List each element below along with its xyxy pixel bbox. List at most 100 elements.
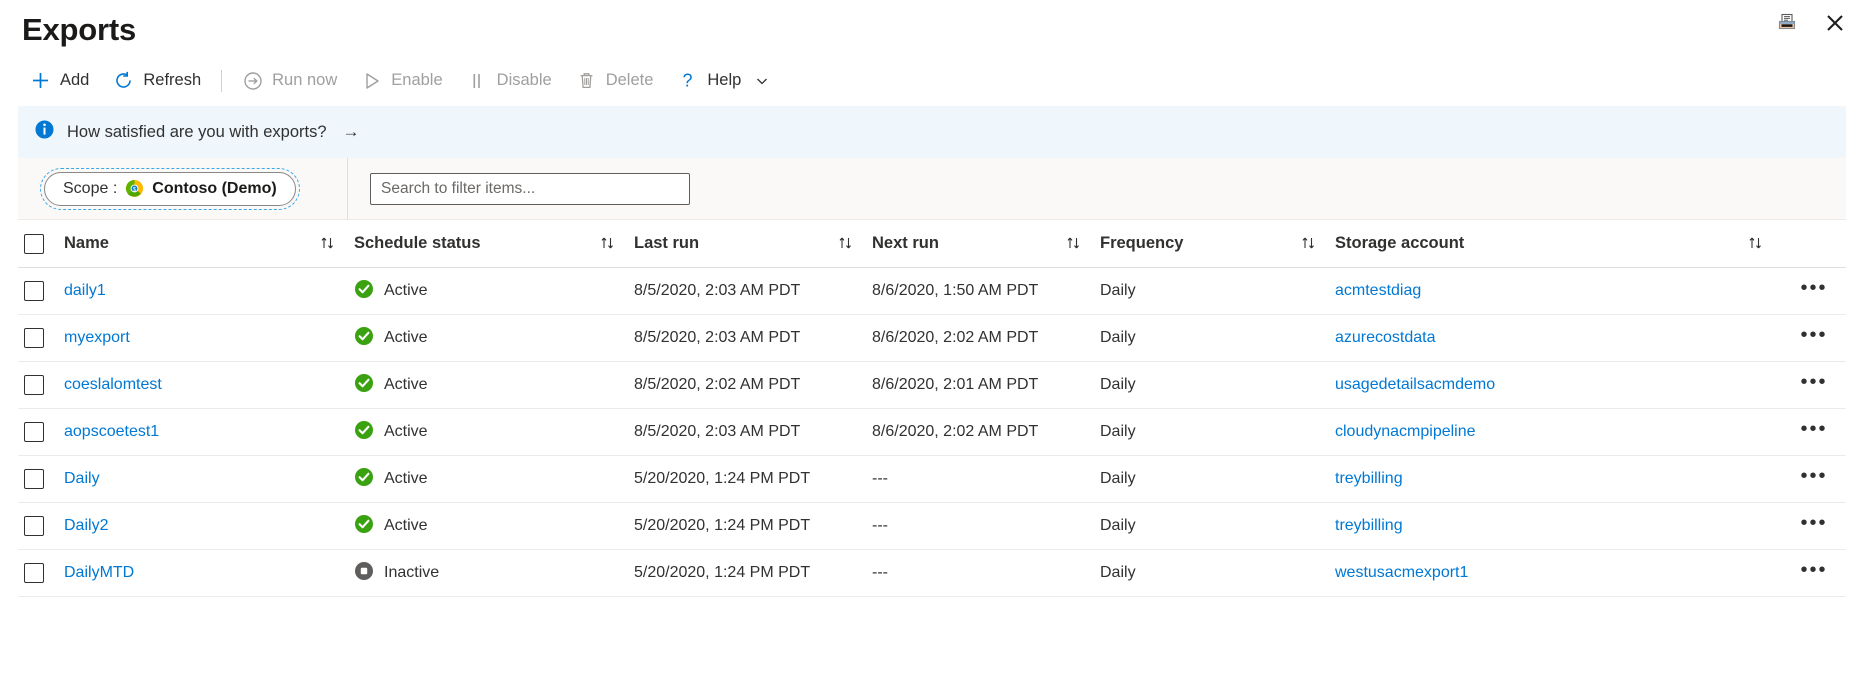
next-run-value: 8/6/2020, 2:02 AM PDT — [872, 329, 1038, 347]
export-name-link[interactable]: DailyMTD — [64, 564, 134, 582]
storage-account-link[interactable]: azurecostdata — [1335, 329, 1436, 347]
more-actions-icon[interactable]: ••• — [1800, 466, 1827, 492]
close-icon[interactable] — [1820, 8, 1850, 38]
table-row[interactable]: aopscoetest1Active8/5/2020, 2:03 AM PDT8… — [18, 409, 1846, 456]
sort-arrows-icon[interactable] — [319, 235, 336, 252]
row-checkbox[interactable] — [24, 281, 44, 301]
exports-grid: Name Schedule status Last run Next run — [18, 220, 1846, 597]
next-run-value: --- — [872, 470, 888, 488]
more-actions-icon[interactable]: ••• — [1800, 513, 1827, 539]
column-header-schedule-status[interactable]: Schedule status — [354, 234, 634, 253]
more-actions-icon[interactable]: ••• — [1800, 372, 1827, 398]
help-button[interactable]: ? Help — [665, 64, 781, 98]
storage-account-link[interactable]: cloudynacmpipeline — [1335, 423, 1476, 441]
more-actions-icon[interactable]: ••• — [1800, 325, 1827, 351]
sort-arrows-icon[interactable] — [1747, 235, 1764, 252]
chevron-down-icon — [755, 74, 769, 88]
sort-arrows-icon[interactable] — [1065, 235, 1082, 252]
storage-account-link[interactable]: treybilling — [1335, 517, 1403, 535]
cell-actions: ••• — [1782, 372, 1846, 398]
export-name-link[interactable]: aopscoetest1 — [64, 423, 159, 441]
title-bar-actions — [1772, 8, 1850, 38]
delete-button[interactable]: Delete — [564, 64, 666, 98]
storage-account-link[interactable]: usagedetailsacmdemo — [1335, 376, 1495, 394]
sort-arrows-icon[interactable] — [1300, 235, 1317, 252]
cell-frequency: Daily — [1100, 376, 1335, 394]
enable-button[interactable]: Enable — [349, 64, 454, 98]
export-name-link[interactable]: Daily — [64, 470, 100, 488]
more-actions-icon[interactable]: ••• — [1800, 278, 1827, 304]
satisfaction-banner[interactable]: How satisfied are you with exports? → — [18, 106, 1846, 158]
next-run-value: --- — [872, 564, 888, 582]
next-run-value: 8/6/2020, 2:01 AM PDT — [872, 376, 1038, 394]
print-icon[interactable] — [1772, 8, 1802, 38]
table-row[interactable]: DailyActive5/20/2020, 1:24 PM PDT---Dail… — [18, 456, 1846, 503]
delete-label: Delete — [606, 71, 654, 90]
more-actions-icon[interactable]: ••• — [1800, 560, 1827, 586]
export-name-link[interactable]: daily1 — [64, 282, 106, 300]
sort-arrows-icon[interactable] — [837, 235, 854, 252]
status-badge: Active — [384, 329, 428, 347]
cell-next-run: --- — [872, 564, 1100, 582]
row-select-cell — [18, 563, 64, 583]
trash-icon — [576, 70, 597, 91]
storage-account-link[interactable]: treybilling — [1335, 470, 1403, 488]
column-header-last-run-label: Last run — [634, 234, 699, 253]
disable-button[interactable]: Disable — [455, 64, 564, 98]
export-name-link[interactable]: coeslalomtest — [64, 376, 162, 394]
storage-account-link[interactable]: acmtestdiag — [1335, 282, 1421, 300]
refresh-button[interactable]: Refresh — [101, 64, 213, 98]
cell-name: aopscoetest1 — [64, 423, 354, 441]
column-header-next-run[interactable]: Next run — [872, 234, 1100, 253]
export-name-link[interactable]: myexport — [64, 329, 130, 347]
column-header-last-run[interactable]: Last run — [634, 234, 872, 253]
row-checkbox[interactable] — [24, 563, 44, 583]
table-row[interactable]: coeslalomtestActive8/5/2020, 2:02 AM PDT… — [18, 362, 1846, 409]
status-badge: Active — [384, 517, 428, 535]
last-run-value: 5/20/2020, 1:24 PM PDT — [634, 564, 810, 582]
table-row[interactable]: Daily2Active5/20/2020, 1:24 PM PDT---Dai… — [18, 503, 1846, 550]
cell-schedule-status: Active — [354, 326, 634, 351]
table-row[interactable]: DailyMTDInactive5/20/2020, 1:24 PM PDT--… — [18, 550, 1846, 597]
cell-next-run: --- — [872, 470, 1100, 488]
run-now-label: Run now — [272, 71, 337, 90]
last-run-value: 8/5/2020, 2:02 AM PDT — [634, 376, 800, 394]
exports-page: Exports — [0, 0, 1864, 690]
column-header-name[interactable]: Name — [64, 234, 354, 253]
last-run-value: 8/5/2020, 2:03 AM PDT — [634, 282, 800, 300]
cell-frequency: Daily — [1100, 470, 1335, 488]
row-checkbox[interactable] — [24, 516, 44, 536]
export-name-link[interactable]: Daily2 — [64, 517, 108, 535]
refresh-label: Refresh — [143, 71, 201, 90]
table-row[interactable]: myexportActive8/5/2020, 2:03 AM PDT8/6/2… — [18, 315, 1846, 362]
search-input[interactable] — [370, 173, 690, 205]
storage-account-link[interactable]: westusacmexport1 — [1335, 564, 1468, 582]
cell-actions: ••• — [1782, 560, 1846, 586]
more-actions-icon[interactable]: ••• — [1800, 419, 1827, 445]
add-button[interactable]: Add — [18, 64, 101, 98]
select-all-checkbox[interactable] — [24, 234, 44, 254]
row-checkbox[interactable] — [24, 375, 44, 395]
cell-last-run: 5/20/2020, 1:24 PM PDT — [634, 564, 872, 582]
svg-text:$: $ — [133, 186, 137, 193]
row-checkbox[interactable] — [24, 328, 44, 348]
next-run-value: --- — [872, 517, 888, 535]
status-badge: Active — [384, 470, 428, 488]
scope-picker[interactable]: Scope : $ Contoso (Demo) — [44, 172, 296, 206]
table-row[interactable]: daily1Active8/5/2020, 2:03 AM PDT8/6/202… — [18, 268, 1846, 315]
cell-schedule-status: Active — [354, 279, 634, 304]
scope-value: Contoso (Demo) — [152, 180, 276, 198]
column-header-frequency[interactable]: Frequency — [1100, 234, 1335, 253]
scope-cell: Scope : $ Contoso (Demo) — [18, 158, 348, 220]
subscription-icon: $ — [125, 179, 144, 198]
cell-name: Daily2 — [64, 517, 354, 535]
command-bar: Add Refresh Run now — [0, 58, 1864, 104]
status-active-icon — [354, 420, 374, 445]
row-checkbox[interactable] — [24, 469, 44, 489]
run-now-button[interactable]: Run now — [230, 64, 349, 98]
row-select-cell — [18, 422, 64, 442]
column-header-storage-account[interactable]: Storage account — [1335, 234, 1782, 253]
sort-arrows-icon[interactable] — [599, 235, 616, 252]
row-checkbox[interactable] — [24, 422, 44, 442]
scope-label: Scope : — [63, 180, 117, 198]
